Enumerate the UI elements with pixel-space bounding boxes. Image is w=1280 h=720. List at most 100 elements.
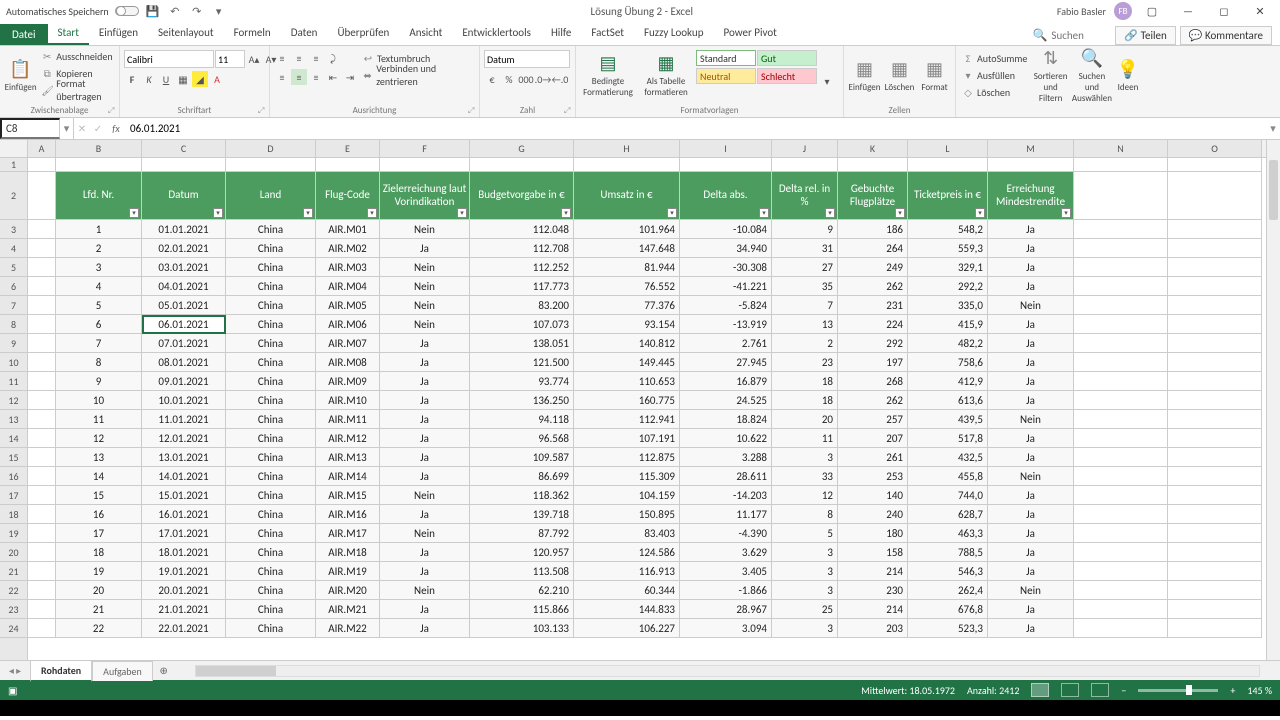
find-select-button[interactable]: 🔍Suchen und Auswählen	[1072, 48, 1112, 102]
row-header-23[interactable]: 23	[0, 600, 27, 619]
cell[interactable]: 292	[838, 334, 908, 353]
cell[interactable]: 08.01.2021	[142, 353, 226, 372]
cell[interactable]: China	[226, 429, 316, 448]
row-header-14[interactable]: 14	[0, 429, 27, 448]
cell[interactable]: 10	[56, 391, 142, 410]
cell[interactable]: China	[226, 562, 316, 581]
cell[interactable]: 06.01.2021	[142, 315, 226, 334]
currency-icon[interactable]: €	[484, 71, 500, 87]
cell[interactable]	[1168, 524, 1262, 543]
cell[interactable]	[28, 239, 56, 258]
cell[interactable]: AIR.M11	[316, 410, 380, 429]
cell[interactable]: 19	[56, 562, 142, 581]
cell[interactable]: 11	[56, 410, 142, 429]
table-header[interactable]: Delta abs.▾	[680, 172, 772, 220]
cell[interactable]: Ja	[380, 334, 470, 353]
alignment-dialog-launcher-icon[interactable]: ⤢	[468, 106, 478, 116]
cell[interactable]: Ja	[380, 505, 470, 524]
cell[interactable]: 2.761	[680, 334, 772, 353]
cell[interactable]: Ja	[380, 391, 470, 410]
cell[interactable]	[1168, 258, 1262, 277]
cell[interactable]: Ja	[988, 486, 1074, 505]
cell[interactable]: 546,3	[908, 562, 988, 581]
row-header-19[interactable]: 19	[0, 524, 27, 543]
cell[interactable]: 249	[838, 258, 908, 277]
cell[interactable]: 124.586	[574, 543, 680, 562]
cell[interactable]	[1168, 334, 1262, 353]
cell[interactable]: 264	[838, 239, 908, 258]
cell[interactable]	[28, 486, 56, 505]
cell[interactable]: 109.587	[470, 448, 574, 467]
cell[interactable]: -5.824	[680, 296, 772, 315]
table-header[interactable]: Zielerreichung laut Vorindikation▾	[380, 172, 470, 220]
zoom-level[interactable]: 145 %	[1247, 684, 1272, 697]
sheet-tab-rohdaten[interactable]: Rohdaten	[30, 660, 92, 682]
paste-button[interactable]: 📋Einfügen	[4, 48, 37, 102]
cell[interactable]: 01.01.2021	[142, 220, 226, 239]
cell[interactable]	[1074, 448, 1168, 467]
cell[interactable]: Nein	[988, 296, 1074, 315]
cell[interactable]: 13	[772, 315, 838, 334]
cell[interactable]: 548,2	[908, 220, 988, 239]
cell[interactable]: 180	[838, 524, 908, 543]
cell[interactable]: 33	[772, 467, 838, 486]
cell[interactable]	[28, 372, 56, 391]
tab-hilfe[interactable]: Hilfe	[541, 22, 581, 45]
cell[interactable]	[1168, 158, 1262, 172]
cell[interactable]: 149.445	[574, 353, 680, 372]
filter-icon[interactable]: ▾	[759, 208, 769, 218]
cell[interactable]	[28, 619, 56, 638]
cell[interactable]: 1	[56, 220, 142, 239]
cell[interactable]: Nein	[380, 315, 470, 334]
cell[interactable]	[28, 505, 56, 524]
cell[interactable]: 415,9	[908, 315, 988, 334]
cell[interactable]: 253	[838, 467, 908, 486]
formula-expand-icon[interactable]: ▾	[1266, 122, 1280, 135]
row-header-22[interactable]: 22	[0, 581, 27, 600]
cell[interactable]: 262	[838, 391, 908, 410]
filter-icon[interactable]: ▾	[213, 208, 223, 218]
formula-ok-icon[interactable]: ✓	[90, 122, 106, 135]
cell[interactable]: 93.154	[574, 315, 680, 334]
cell[interactable]	[28, 448, 56, 467]
fill-color-button[interactable]: ◢	[192, 71, 208, 87]
cell[interactable]: 117.773	[470, 277, 574, 296]
row-header-3[interactable]: 3	[0, 220, 27, 239]
cell[interactable]: Ja	[988, 524, 1074, 543]
format-painter-button[interactable]: 🖌Format übertragen	[39, 82, 115, 98]
cell[interactable]	[1168, 239, 1262, 258]
clear-button[interactable]: ◇Löschen	[960, 84, 1029, 100]
cell[interactable]: -30.308	[680, 258, 772, 277]
cell[interactable]	[28, 429, 56, 448]
cell[interactable]: AIR.M05	[316, 296, 380, 315]
col-header-G[interactable]: G	[470, 140, 574, 157]
cell[interactable]: 14.01.2021	[142, 467, 226, 486]
cell[interactable]: 517,8	[908, 429, 988, 448]
cell[interactable]: 8	[56, 353, 142, 372]
ribbon-display-icon[interactable]: ▢	[1136, 1, 1168, 21]
save-icon[interactable]: 💾	[145, 3, 161, 19]
filter-icon[interactable]: ▾	[1061, 208, 1071, 218]
cell[interactable]: Nein	[988, 467, 1074, 486]
zoom-in-icon[interactable]: +	[1230, 684, 1235, 697]
table-header[interactable]: Datum▾	[142, 172, 226, 220]
row-header-10[interactable]: 10	[0, 353, 27, 372]
clipboard-dialog-launcher-icon[interactable]: ⤢	[108, 106, 118, 116]
cell[interactable]	[1168, 600, 1262, 619]
merge-button[interactable]: ⬌Verbinden und zentrieren	[360, 67, 475, 83]
cell[interactable]: 3.629	[680, 543, 772, 562]
cell[interactable]: 34.940	[680, 239, 772, 258]
row-header-12[interactable]: 12	[0, 391, 27, 410]
cell[interactable]: 12	[772, 486, 838, 505]
cell[interactable]: -4.390	[680, 524, 772, 543]
cell[interactable]: 463,3	[908, 524, 988, 543]
cell[interactable]: -1.866	[680, 581, 772, 600]
cell[interactable]: 16	[56, 505, 142, 524]
orientation-icon[interactable]: ⤸	[325, 50, 341, 66]
tab-seitenlayout[interactable]: Seitenlayout	[148, 22, 224, 45]
cell[interactable]: China	[226, 258, 316, 277]
cell[interactable]: 3.094	[680, 619, 772, 638]
col-header-F[interactable]: F	[380, 140, 470, 157]
cell[interactable]: China	[226, 410, 316, 429]
row-header-1[interactable]: 1	[0, 158, 27, 172]
